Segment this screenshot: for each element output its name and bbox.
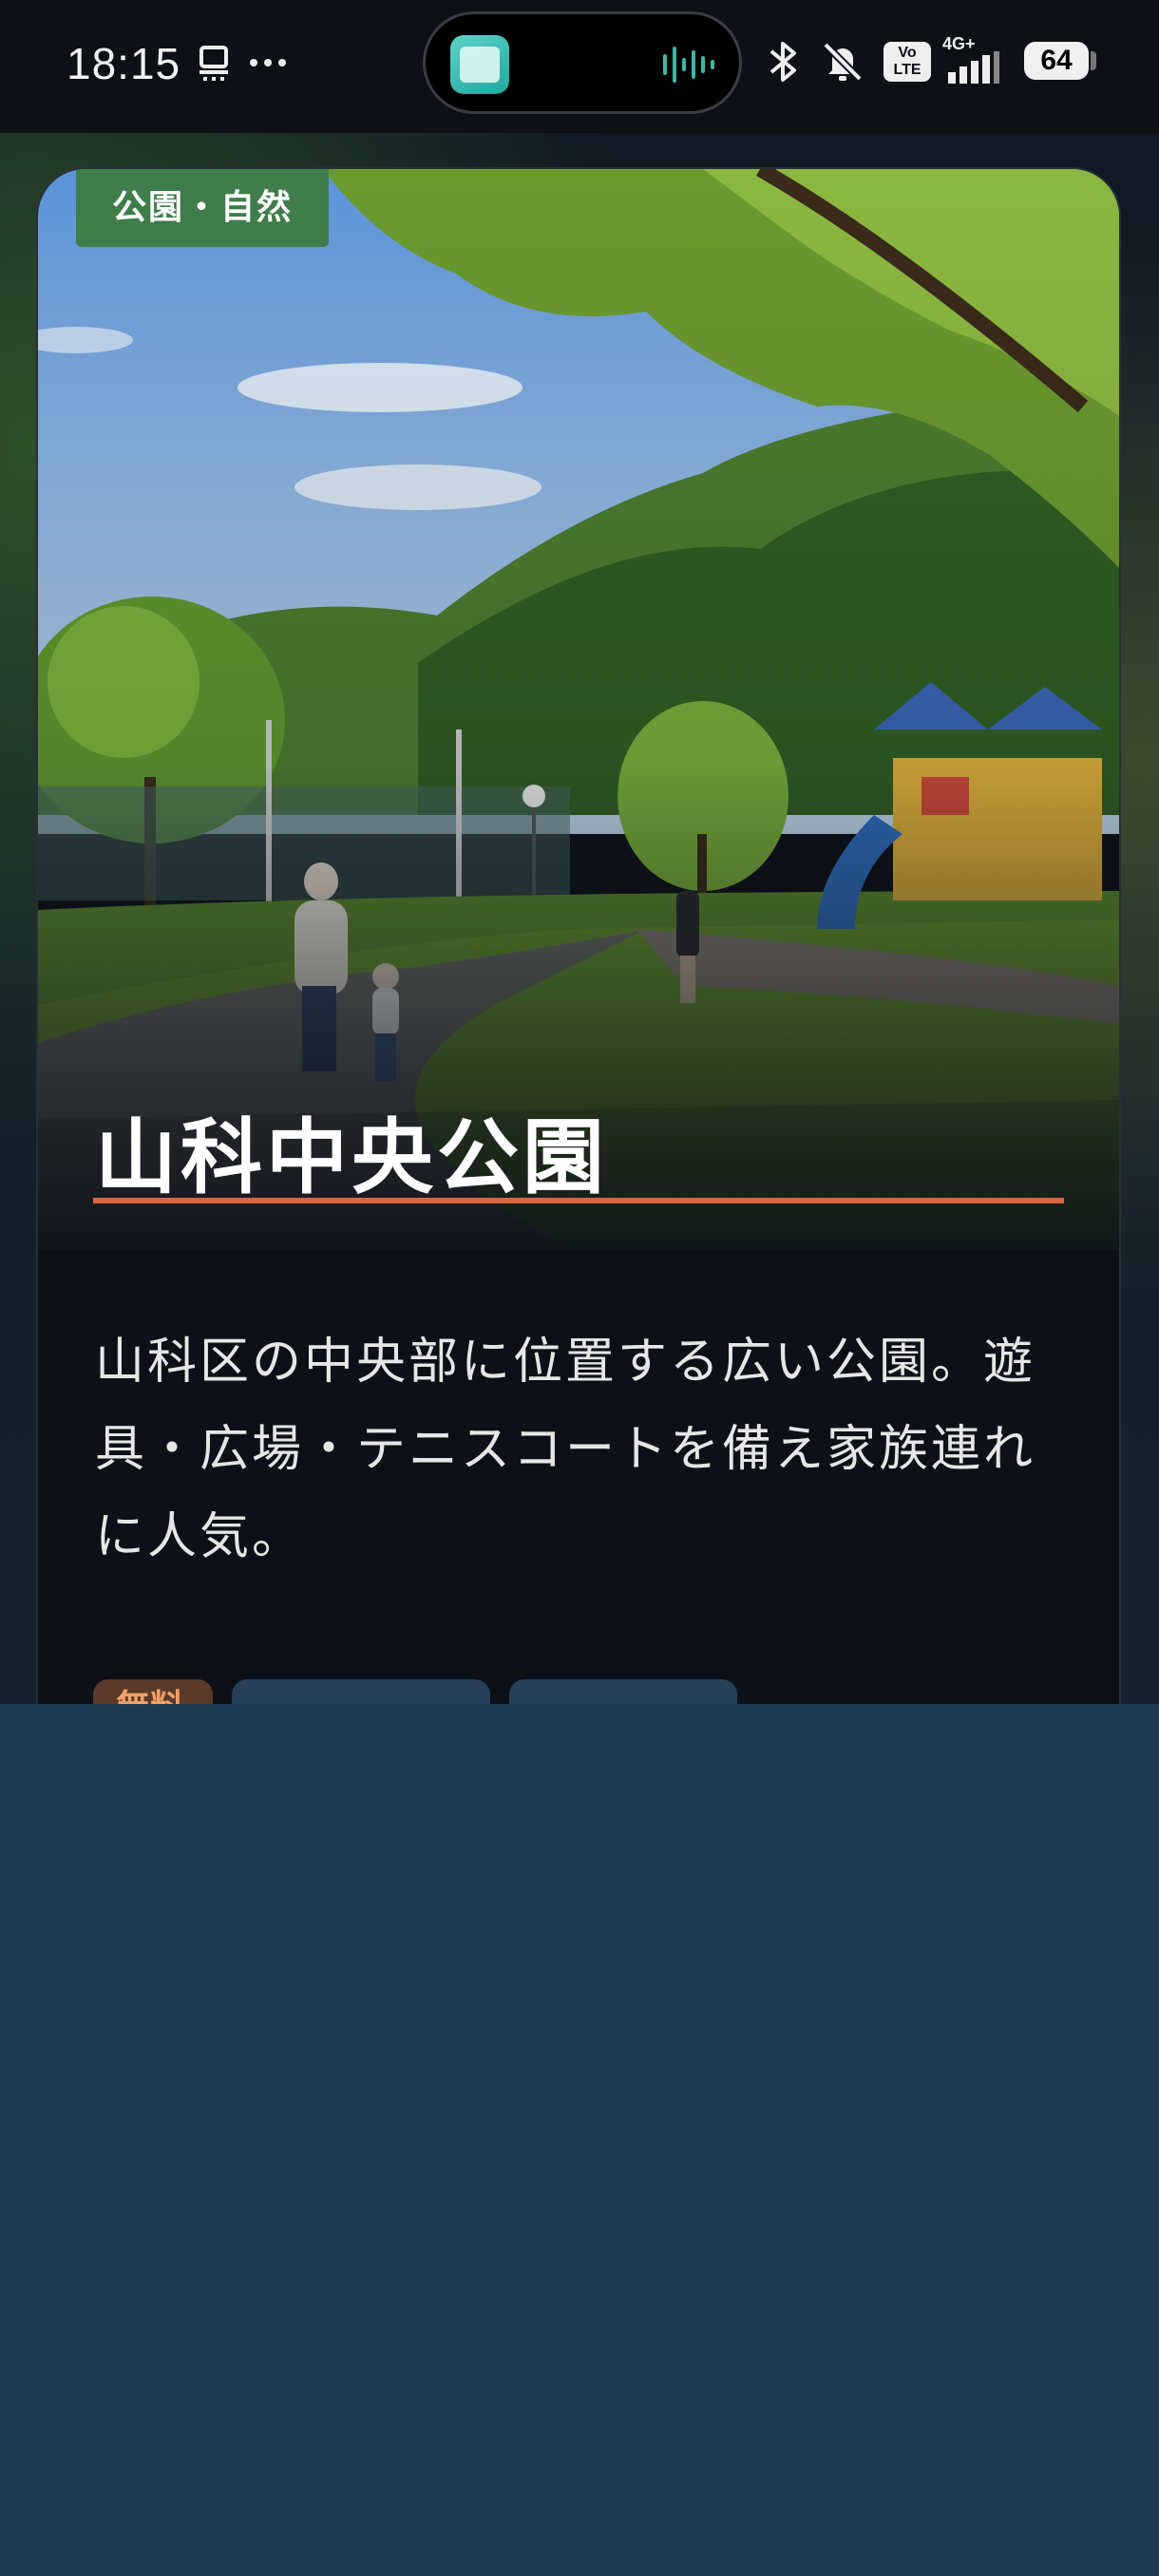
title-divider	[93, 1198, 1064, 1203]
volte-icon: Vo LTE	[884, 42, 931, 82]
place-description: 山科区の中央部に位置する広い公園。遊具・広場・テニスコートを備え家族連れに人気。	[95, 1334, 1036, 1565]
status-time: 18:15	[66, 39, 181, 88]
category-badge: 公園・自然	[76, 169, 330, 247]
mute-icon	[823, 42, 863, 82]
status-bar: 18:15 Vo LTE 4G+ 64	[0, 0, 1159, 133]
tag-item	[232, 1679, 490, 1704]
hero-image	[38, 169, 1119, 1250]
place-card[interactable]: 公園・自然 山科中央公園 山科区の中央部に位置する広い公園。遊具・広場・テニスコ…	[38, 169, 1119, 1704]
battery-tip	[1091, 51, 1096, 70]
lower-panel	[0, 1704, 1159, 2576]
signal-icon: 4G+	[942, 34, 1005, 84]
audio-waveform-icon	[663, 47, 714, 83]
volte-label: Vo LTE	[893, 45, 922, 78]
battery-icon: 64	[1024, 42, 1089, 80]
tag-item	[509, 1679, 737, 1704]
app-icon[interactable]	[450, 35, 509, 94]
sim-card-icon	[200, 46, 228, 81]
more-dots-icon	[250, 59, 286, 66]
bluetooth-icon	[770, 42, 796, 82]
dynamic-island[interactable]	[423, 11, 742, 114]
place-title: 山科中央公園	[95, 1110, 608, 1205]
tag-free: 無料	[93, 1679, 213, 1704]
battery-level: 64	[1040, 45, 1073, 76]
